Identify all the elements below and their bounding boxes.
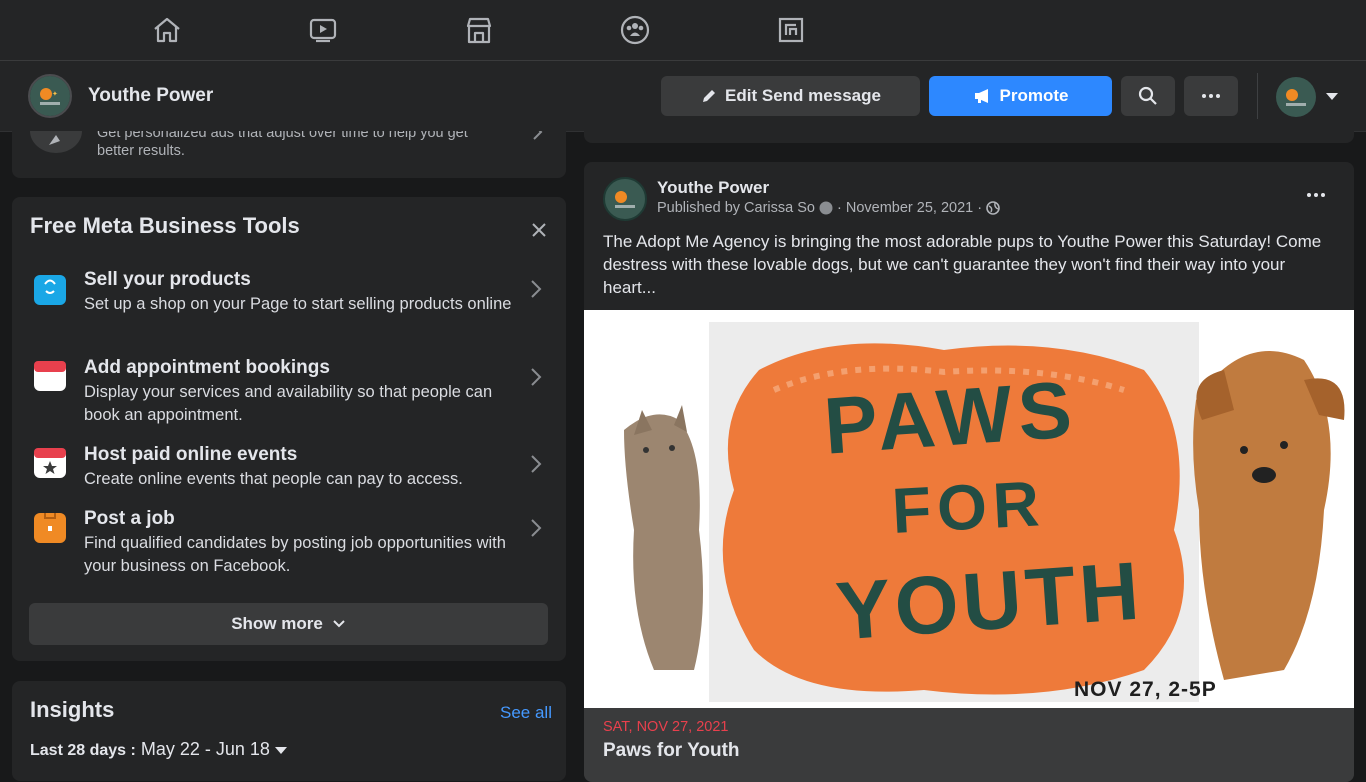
caret-down-icon [1326,93,1338,100]
svg-text:✦: ✦ [52,90,58,98]
event-date: SAT, NOV 27, 2021 [603,719,729,735]
header-divider [1257,73,1258,119]
ad-tip-card: Get personalized ads that adjust over ti… [12,131,566,178]
pencil-icon [703,90,716,102]
event-title: Paws for Youth [603,740,740,761]
post-options-icon[interactable] [1306,192,1326,198]
promote-button[interactable]: Promote [929,76,1112,116]
chevron-right-icon [531,519,542,537]
tool-item[interactable]: Add appointment bookings Display your se… [12,357,567,429]
promote-label: Promote [999,86,1069,105]
banner-line-paws: PAWS [821,364,1081,471]
banner-line-for: FOR [890,467,1047,547]
chevron-right-icon [531,280,542,298]
edit-send-message-button[interactable]: Edit Send message [661,76,920,116]
search-button[interactable] [1121,76,1175,116]
insights-card: Insights See all Last 28 days : May 22 -… [12,681,566,781]
close-icon[interactable] [531,222,547,238]
tool-description: Create online events that people can pay… [84,470,463,488]
meta-separator: · [977,200,983,216]
post-text: The Adopt Me Agency is bringing the most… [603,232,1322,297]
more-options-button[interactable] [1184,76,1238,116]
page-header: ✦ Youthe Power Edit Send message Promote [0,61,1366,132]
chevron-down-icon [333,620,345,628]
search-icon [1138,86,1157,105]
watch-icon[interactable] [303,10,343,50]
marketplace-icon[interactable] [459,10,499,50]
chevron-right-icon [531,368,542,386]
page-name[interactable]: Youthe Power [88,85,213,107]
tool-title: Sell your products [84,269,251,290]
info-icon[interactable] [819,201,833,215]
tool-description: Set up a shop on your Page to start sell… [84,295,512,313]
account-switcher[interactable] [1276,77,1346,117]
tip-icon [30,131,82,153]
tool-title: Add appointment bookings [84,357,330,378]
event-info[interactable]: SAT, NOV 27, 2021 Paws for Youth [584,708,1354,782]
home-icon[interactable] [147,10,187,50]
more-dots-icon [1202,94,1220,98]
page-avatar[interactable]: ✦ [28,74,72,118]
gaming-icon[interactable] [771,10,811,50]
top-navigation [0,0,1366,61]
date-range-selector[interactable]: Last 28 days : May 22 - Jun 18 [30,739,287,760]
post-date[interactable]: November 25, 2021 [846,200,973,216]
ad-tip-text: Get personalized ads that adjust over ti… [97,131,468,159]
date-range-value: May 22 - Jun 18 [140,739,270,759]
insights-title: Insights [30,697,115,722]
shop-icon [34,275,66,305]
post-author-name[interactable]: Youthe Power [657,178,769,198]
tool-item[interactable]: Host paid online events Create online ev… [12,444,567,494]
chevron-right-icon[interactable] [532,131,544,141]
business-tools-card: Free Meta Business Tools Sell your produ… [12,197,566,661]
tool-item[interactable]: Sell your products Set up a shop on your… [12,269,567,341]
megaphone-icon [974,89,988,103]
groups-icon[interactable] [615,10,655,50]
post-author-avatar[interactable] [603,177,647,221]
tool-description: Find qualified candidates by posting job… [84,534,506,575]
caret-down-icon [274,747,287,754]
tool-title: Post a job [84,508,175,529]
tool-item[interactable]: Post a job Find qualified candidates by … [12,508,567,580]
business-tools-title: Free Meta Business Tools [30,213,300,238]
tool-description: Display your services and availability s… [84,383,493,424]
event-icon [34,448,66,478]
edit-send-message-label: Edit Send message [725,86,881,105]
published-by[interactable]: Published by Carissa So [657,200,815,216]
date-range-label: Last 28 days : [30,742,136,759]
see-all-link[interactable]: See all [500,703,552,723]
show-more-label: Show more [231,614,323,633]
globe-icon [986,201,1000,215]
calendar-icon [34,361,66,391]
tool-title: Host paid online events [84,444,298,465]
post-card: Youthe Power Published by Carissa So · N… [584,162,1354,782]
account-avatar [1276,77,1316,117]
chevron-right-icon [531,455,542,473]
post-meta: Published by Carissa So · November 25, 2… [657,200,1000,216]
banner-date: NOV 27, 2-5P [1074,678,1217,701]
previous-post-card [584,131,1354,143]
meta-separator: · [836,200,842,216]
post-image[interactable]: PAWS FOR YOUTH NOV 27, 2-5P [584,310,1354,708]
briefcase-icon [34,511,66,543]
show-more-button[interactable]: Show more [29,603,548,645]
